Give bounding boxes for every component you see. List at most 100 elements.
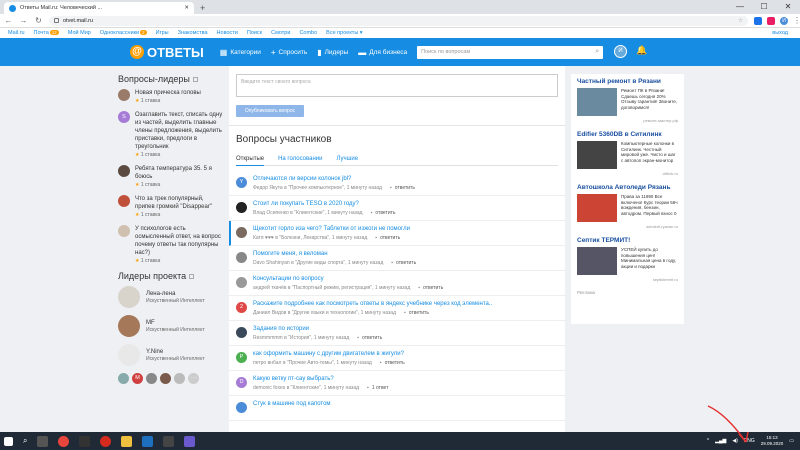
small-avatar[interactable] [160,373,171,384]
folder-icon[interactable] [121,435,133,447]
question-title[interactable]: Щекотит горло иза чего? Таблетки от изжо… [253,226,410,232]
avatar[interactable] [118,315,140,337]
app-icon[interactable] [142,435,154,447]
avatar[interactable]: Y [236,177,247,188]
close-window-button[interactable]: ✕ [776,0,800,14]
project-leader[interactable]: Лена-лена Искуственный Интеллект [118,286,224,308]
question-title[interactable]: Раскажите подробнее как посмотреть ответ… [253,301,492,307]
avatar[interactable] [118,225,130,237]
ad-source[interactable]: citilink.ru [577,171,678,176]
ad-title[interactable]: Септик ТЕРМИТ! [577,237,678,244]
leader-name[interactable]: Лена-лена [146,291,205,297]
extension-icon[interactable] [767,16,775,25]
small-avatar[interactable] [174,373,185,384]
project-leader[interactable]: Y.Nine Искуственный Интеллект [118,344,224,366]
portal-link-all-projects[interactable]: Все проекты ▾ [326,30,362,36]
avatar[interactable] [118,195,130,207]
ad-block[interactable]: Edifier 5360DB в Ситилинк Компьютерные ко… [577,131,678,176]
question-title[interactable]: Отличаются ли версии колонок jbl? [253,176,415,182]
minimize-button[interactable]: — [728,0,752,14]
back-arrow-icon[interactable]: ← [4,16,13,25]
question-title[interactable]: как оформить машину с другим двигателем … [253,351,405,357]
opera-app-icon[interactable] [100,435,112,447]
question-row[interactable]: Стук в машине под капотом [229,396,565,421]
small-avatar[interactable]: ··· [188,373,199,384]
answer-link[interactable]: ответить [396,260,416,266]
reload-icon[interactable]: ↻ [34,16,43,25]
question-title[interactable]: Задания по истории [253,326,382,332]
publish-question-button[interactable]: Опубликовать вопрос [236,105,304,117]
avatar[interactable]: D [236,377,247,388]
site-logo[interactable]: @ ОТВЕТЫ [130,45,204,60]
portal-link-myworld[interactable]: Мой Мир [68,30,91,36]
info-square-icon[interactable] [192,76,198,82]
avatar[interactable] [236,277,247,288]
project-leader[interactable]: MF Искуственный Интеллект [118,315,224,337]
avatar[interactable]: P [236,352,247,363]
answer-link[interactable]: ответить [395,185,415,191]
ad-block[interactable]: Автошкола Автоледи Рязань Права за 11990 … [577,184,678,229]
question-title[interactable]: Стоит ли покупать ТЕSО в 2020 году? [253,201,396,207]
maximize-button[interactable]: ☐ [752,0,776,14]
ad-image[interactable] [577,194,617,222]
search-input[interactable]: Поиск по вопросам ⌕ [417,45,604,59]
ad-title[interactable]: Edifier 5360DB в Ситилинк [577,131,678,138]
leader-question-text[interactable]: Что за трек популярный, припев громкий "… [135,195,224,211]
notifications-icon[interactable]: ▭ [789,438,794,444]
portal-link-news[interactable]: Новости [217,30,238,36]
user-avatar[interactable]: И [614,45,627,58]
answer-link[interactable]: ответить [423,285,443,291]
nav-ask[interactable]: + Спросить [271,48,307,57]
logout-link[interactable]: выход [772,30,788,36]
question-title[interactable]: Консультации по вопросу [253,276,443,282]
question-row[interactable]: Y Отличаются ли версии колонок jbl? Федор … [229,171,565,196]
small-avatar[interactable] [146,373,157,384]
leader-question-item[interactable]: У психологов есть осмысленный ответ, на … [118,225,224,264]
avatar[interactable] [118,286,140,308]
portal-link-search[interactable]: Поиск [247,30,262,36]
question-row[interactable]: D Какую ветку пт-сау выбрать? demonic foxe… [229,371,565,396]
portal-link-ok[interactable]: Одноклассники 2 [100,30,147,36]
profile-avatar[interactable]: И [780,16,788,25]
ad-image[interactable] [577,88,617,116]
search-icon[interactable]: ⌕ [23,436,27,446]
extension-icon[interactable] [754,16,762,25]
question-textarea[interactable]: Введите текст своего вопроса [236,74,558,97]
info-square-icon[interactable] [189,273,195,279]
answer-link[interactable]: ответить [375,210,395,216]
search-icon[interactable]: ⌕ [595,48,599,56]
ad-image[interactable] [577,247,617,275]
app-icon[interactable] [79,435,91,447]
browser-menu-icon[interactable]: ⋮ [793,16,800,25]
ad-source[interactable]: septiktermit.ru [577,277,678,282]
question-title[interactable]: Стук в машине под капотом [253,401,331,407]
small-avatar[interactable] [118,373,129,384]
ad-image[interactable] [577,141,617,169]
portal-link-dating[interactable]: Знакомства [178,30,208,36]
answer-link[interactable]: ответить [362,335,382,341]
question-row[interactable]: Консультации по вопросу андрей ткачёв в "… [229,271,565,296]
answer-link[interactable]: ответить [409,310,429,316]
question-row[interactable]: Помогите меня, я веломан Davo Shahinyan в… [229,246,565,271]
nav-leaders[interactable]: ▮ Лидеры [317,48,348,57]
question-row[interactable]: Стоит ли покупать ТЕSО в 2020 году? Влад … [229,196,565,221]
address-bar[interactable]: otvet.mail.ru ☆ [49,15,748,26]
new-tab-icon[interactable]: + [200,2,205,14]
leader-question-text[interactable]: Новая прическа головы [135,89,201,97]
ad-title[interactable]: Автошкола Автоледи Рязань [577,184,678,191]
leader-question-item[interactable]: S Озаглавить текст, списать одну из часте… [118,111,224,158]
answer-link[interactable]: ответить [380,235,400,241]
app-icon[interactable] [184,435,196,447]
portal-link-combo[interactable]: Combo [299,30,317,36]
question-row[interactable]: 2 Раскажите подробнее как посмотреть отве… [229,296,565,321]
ad-source[interactable]: avtoledi-ryazan.ru [577,224,678,229]
leader-question-item[interactable]: Что за трек популярный, припев громкий "… [118,195,224,218]
avatar[interactable] [236,327,247,338]
portal-link-mail[interactable]: Почта 12 [34,30,59,36]
tab-voting[interactable]: На голосовании [278,156,322,162]
avatar[interactable]: S [118,111,130,123]
avatar[interactable] [236,227,247,238]
nav-business[interactable]: ▬ Для бизнеса [358,48,407,57]
leader-question-text[interactable]: Озаглавить текст, списать одну из частей… [135,111,224,151]
chrome-app-icon[interactable] [58,435,70,447]
